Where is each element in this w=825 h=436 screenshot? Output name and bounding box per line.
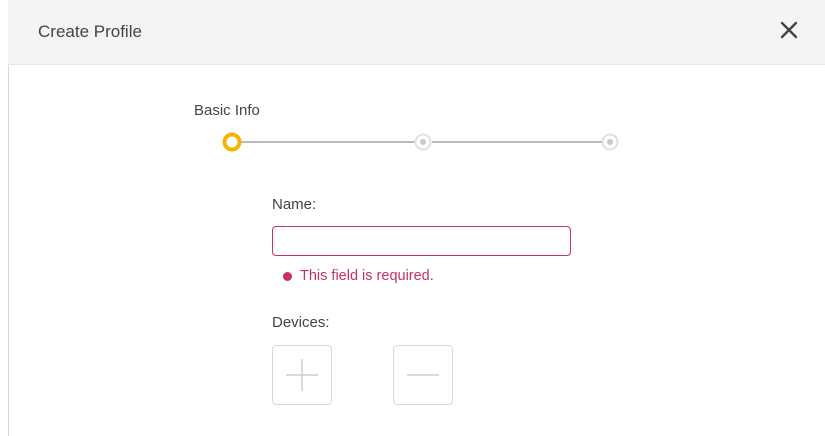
step-3-inactive-dot <box>601 133 619 151</box>
remove-device-button[interactable] <box>393 345 453 405</box>
name-label: Name: <box>272 196 317 213</box>
name-input[interactable] <box>272 226 571 256</box>
dialog-left-border <box>8 0 9 436</box>
step-1-active-dot <box>222 132 242 152</box>
name-error: This field is required. <box>283 268 434 284</box>
dialog-header: Create Profile <box>8 0 825 65</box>
error-message: This field is required. <box>300 268 434 284</box>
error-dot-icon <box>283 271 292 281</box>
progress-stepper <box>220 127 620 157</box>
create-profile-dialog: Create Profile Basic Info Name: This fie… <box>0 0 825 436</box>
step-label-basic-info: Basic Info <box>194 102 260 119</box>
plus-icon <box>286 359 318 391</box>
close-icon <box>780 21 798 39</box>
devices-label: Devices: <box>272 314 330 331</box>
minus-icon <box>407 374 439 376</box>
add-device-button[interactable] <box>272 345 332 405</box>
dialog-title: Create Profile <box>38 22 142 41</box>
step-2-inactive-dot <box>414 133 432 151</box>
close-button[interactable] <box>775 16 803 44</box>
